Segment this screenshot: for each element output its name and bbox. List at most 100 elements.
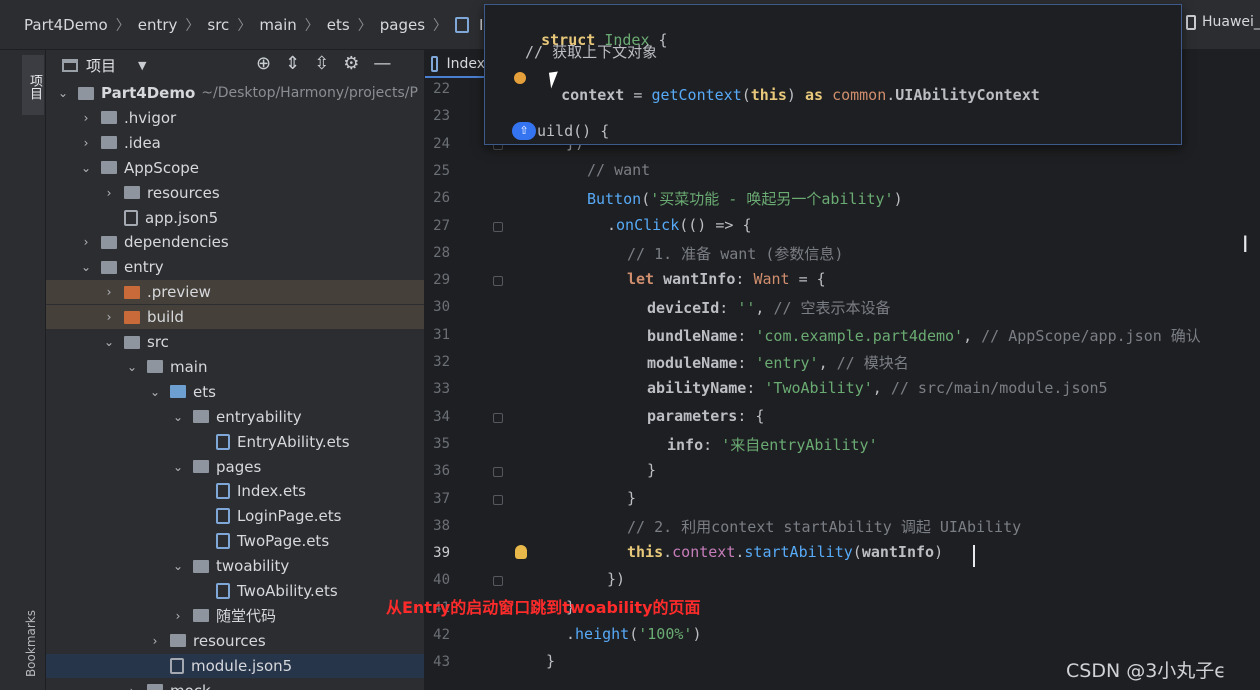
folder-icon [78, 86, 94, 100]
collapse-all-icon[interactable]: ⇳ [314, 53, 329, 74]
code-line[interactable]: let wantInfo: Want = { [627, 270, 826, 288]
chevron-down-icon[interactable]: ⌄ [171, 410, 185, 424]
chevron-down-icon[interactable]: ⌄ [56, 86, 70, 100]
tree-item[interactable]: ⌄ src [46, 330, 424, 354]
chevron-right-icon[interactable]: › [79, 136, 93, 150]
tree-item[interactable]: ⌄ pages [46, 455, 424, 479]
tree-item[interactable]: › mock [46, 679, 424, 690]
bookmarks-tool-button[interactable]: Bookmarks [24, 610, 38, 677]
tree-item[interactable]: › .idea [46, 131, 424, 155]
breadcrumb-item[interactable]: src [207, 16, 229, 34]
tree-item[interactable]: › build [46, 305, 424, 330]
tree-item[interactable]: ⌄ ets [46, 380, 424, 404]
hide-icon[interactable]: — [373, 53, 391, 74]
fold-marker-icon[interactable] [493, 467, 503, 478]
line-number: 37 [433, 490, 450, 507]
tree-item[interactable]: › dependencies [46, 230, 424, 254]
chevron-right-icon: 〉 [304, 18, 319, 34]
chevron-down-icon[interactable]: ⌄ [171, 559, 185, 573]
expand-all-icon[interactable]: ⇕ [285, 53, 300, 74]
code-line[interactable]: } [647, 461, 656, 479]
fold-marker-icon[interactable] [493, 221, 503, 232]
gear-icon[interactable]: ⚙ [343, 53, 359, 74]
code-line[interactable]: moduleName: 'entry', // 模块名 [647, 352, 909, 373]
code-line[interactable]: abilityName: 'TwoAbility', // src/main/m… [647, 379, 1108, 397]
fold-marker-icon[interactable] [493, 576, 503, 587]
chevron-down-icon[interactable]: ⌄ [125, 360, 139, 374]
chevron-right-icon[interactable]: › [171, 609, 185, 623]
fold-marker-icon[interactable] [493, 494, 503, 505]
code-line[interactable]: .onClick(() => { [607, 216, 752, 234]
tree-item[interactable]: ⌄ main [46, 355, 424, 379]
tab-index-ets[interactable]: Index [425, 52, 485, 78]
code-line[interactable]: .height('100%') [566, 625, 701, 643]
tree-item-label: .hvigor [124, 108, 177, 127]
folder-icon [101, 260, 117, 274]
tree-item[interactable]: › .hvigor [46, 106, 424, 130]
code-line[interactable]: deviceId: '', // 空表示本设备 [647, 297, 891, 318]
tree-item-label: dependencies [124, 233, 229, 252]
fold-marker-icon[interactable] [493, 412, 503, 423]
tree-item[interactable]: › resources [46, 181, 424, 205]
device-selector[interactable]: Huawei_ [1186, 14, 1260, 30]
code-line[interactable]: } [546, 652, 555, 670]
code-line[interactable]: Button('买菜功能 - 唤起另一个ability') [587, 188, 903, 209]
code-line[interactable]: // 1. 准备 want (参数信息) [627, 243, 843, 264]
breadcrumb-item[interactable]: Part4Demo [24, 16, 108, 34]
fold-marker-icon[interactable] [493, 276, 503, 287]
tree-item[interactable]: ⌄ entryability [46, 405, 424, 429]
window-icon [62, 59, 78, 72]
folder-icon [193, 559, 209, 573]
code-line[interactable]: }) [607, 570, 625, 588]
tree-item[interactable]: app.json5 [46, 206, 424, 230]
code-line[interactable]: info: '来自entryAbility' [667, 434, 878, 455]
tree-item-label: Part4Demo [101, 84, 196, 102]
popup-uiability-type: UIAbilityContext [895, 86, 1040, 104]
code-line[interactable]: // 2. 利用context startAbility 调起 UIAbilit… [627, 516, 1021, 537]
breadcrumb-item[interactable]: main [259, 16, 296, 34]
tree-item[interactable]: EntryAbility.ets [46, 430, 424, 454]
tree-item[interactable]: › .preview [46, 280, 424, 305]
chevron-down-icon[interactable]: ⌄ [79, 260, 93, 274]
chevron-right-icon[interactable]: › [102, 285, 116, 299]
chevron-down-icon[interactable]: ⌄ [79, 161, 93, 175]
tree-item[interactable]: module.json5 [46, 653, 424, 678]
code-line[interactable]: // want [587, 161, 650, 179]
tree-item[interactable]: ⌄ Part4Demo ~/Desktop/Harmony/projects/P [46, 81, 424, 105]
tree-item[interactable]: TwoPage.ets [46, 529, 424, 553]
code-line[interactable]: this.context.startAbility(wantInfo) [627, 543, 943, 561]
locate-icon[interactable]: ⊕ [256, 53, 271, 74]
breadcrumb-item[interactable]: pages [380, 16, 425, 34]
chevron-right-icon[interactable]: › [102, 310, 116, 324]
chevron-right-icon[interactable]: › [79, 111, 93, 125]
tree-item[interactable]: TwoAbility.ets [46, 579, 424, 603]
tree-item-label: module.json5 [191, 656, 293, 675]
popup-brace: { [658, 31, 668, 49]
breadcrumb-item[interactable]: ets [327, 16, 350, 34]
chevron-right-icon[interactable]: › [125, 684, 139, 690]
code-line[interactable]: } [627, 489, 636, 507]
chevron-right-icon[interactable]: › [102, 186, 116, 200]
file-icon [455, 17, 470, 33]
tree-item-label: twoability [216, 557, 290, 576]
tree-item[interactable]: › resources [46, 629, 424, 653]
chevron-down-icon[interactable]: ⌄ [171, 460, 185, 474]
chevron-right-icon[interactable]: › [79, 235, 93, 249]
code-line[interactable]: bundleName: 'com.example.part4demo', // … [647, 325, 1201, 346]
tree-item[interactable]: ⌄ twoability [46, 554, 424, 578]
chevron-right-icon[interactable]: › [148, 634, 162, 648]
lightbulb-icon[interactable] [515, 545, 527, 559]
project-view-selector[interactable]: 项目 ▼ [62, 55, 146, 76]
code-line[interactable]: parameters: { [647, 407, 764, 425]
tree-item-label: main [170, 357, 208, 376]
tree-item[interactable]: ⌄ AppScope [46, 156, 424, 180]
breadcrumb-item[interactable]: entry [138, 16, 178, 34]
project-tool-button[interactable]: 项目 [22, 55, 44, 115]
chevron-down-icon[interactable]: ⌄ [102, 335, 116, 349]
chevron-down-icon: ▼ [138, 59, 147, 72]
tree-item[interactable]: LoginPage.ets [46, 504, 424, 528]
tree-item[interactable]: ⌄ entry [46, 255, 424, 279]
chevron-down-icon[interactable]: ⌄ [148, 385, 162, 399]
tree-item[interactable]: › 随堂代码 [46, 604, 424, 628]
tree-item[interactable]: Index.ets [46, 479, 424, 503]
